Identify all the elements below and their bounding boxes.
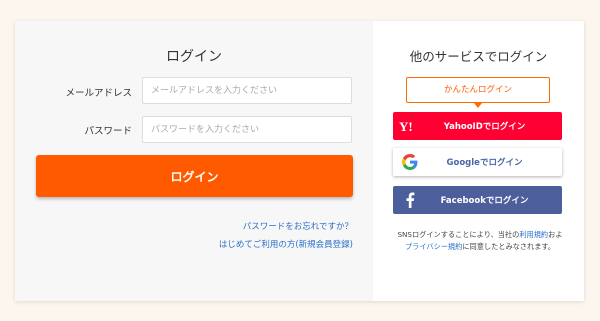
password-field[interactable] [142,116,352,143]
email-label: メールアドレス [65,88,132,99]
sns-panel: 他のサービスでログイン かんたんログイン Y! YahooIDでログイン Goo… [373,21,584,301]
forgot-password-link[interactable]: パスワードをお忘れですか？ [243,220,353,232]
google-login-button[interactable]: Googleでログイン [393,148,562,176]
terms-link[interactable]: 利用規約 [519,230,548,239]
login-card: ログイン メールアドレス パスワード ログイン パスワードをお忘れですか？ はじ… [15,21,584,301]
facebook-logo-icon [393,186,427,214]
facebook-login-label: Facebookでログイン [440,196,529,206]
facebook-login-button[interactable]: Facebookでログイン [393,186,562,214]
note-middle: およ [548,230,563,239]
note-suffix: に同意したとみなされます。 [462,242,556,251]
register-link[interactable]: はじめてご利用の方(新規会員登録) [219,238,353,250]
sns-terms-note: SNSログインすることにより、当社の利用規約およプライバシー規約に同意したとみな… [395,229,565,253]
yahoo-login-label: YahooIDでログイン [443,122,526,132]
google-login-label: Googleでログイン [446,158,523,168]
google-logo-icon [393,148,427,176]
login-button[interactable]: ログイン [36,155,353,197]
easy-login-arrow-icon [474,103,482,108]
password-label: パスワード [84,126,132,137]
easy-login-badge: かんたんログイン [406,77,550,103]
login-panel: ログイン メールアドレス パスワード ログイン パスワードをお忘れですか？ はじ… [15,21,373,301]
login-title: ログイン [166,49,222,65]
yahoo-login-button[interactable]: Y! YahooIDでログイン [393,112,562,140]
note-prefix: SNSログインすることにより、当社の [397,230,520,239]
sns-title: 他のサービスでログイン [409,49,548,64]
privacy-link[interactable]: プライバシー規約 [405,242,462,251]
yahoo-logo-icon: Y! [393,112,427,140]
svg-text:Y!: Y! [399,119,413,133]
email-field[interactable] [142,77,352,104]
